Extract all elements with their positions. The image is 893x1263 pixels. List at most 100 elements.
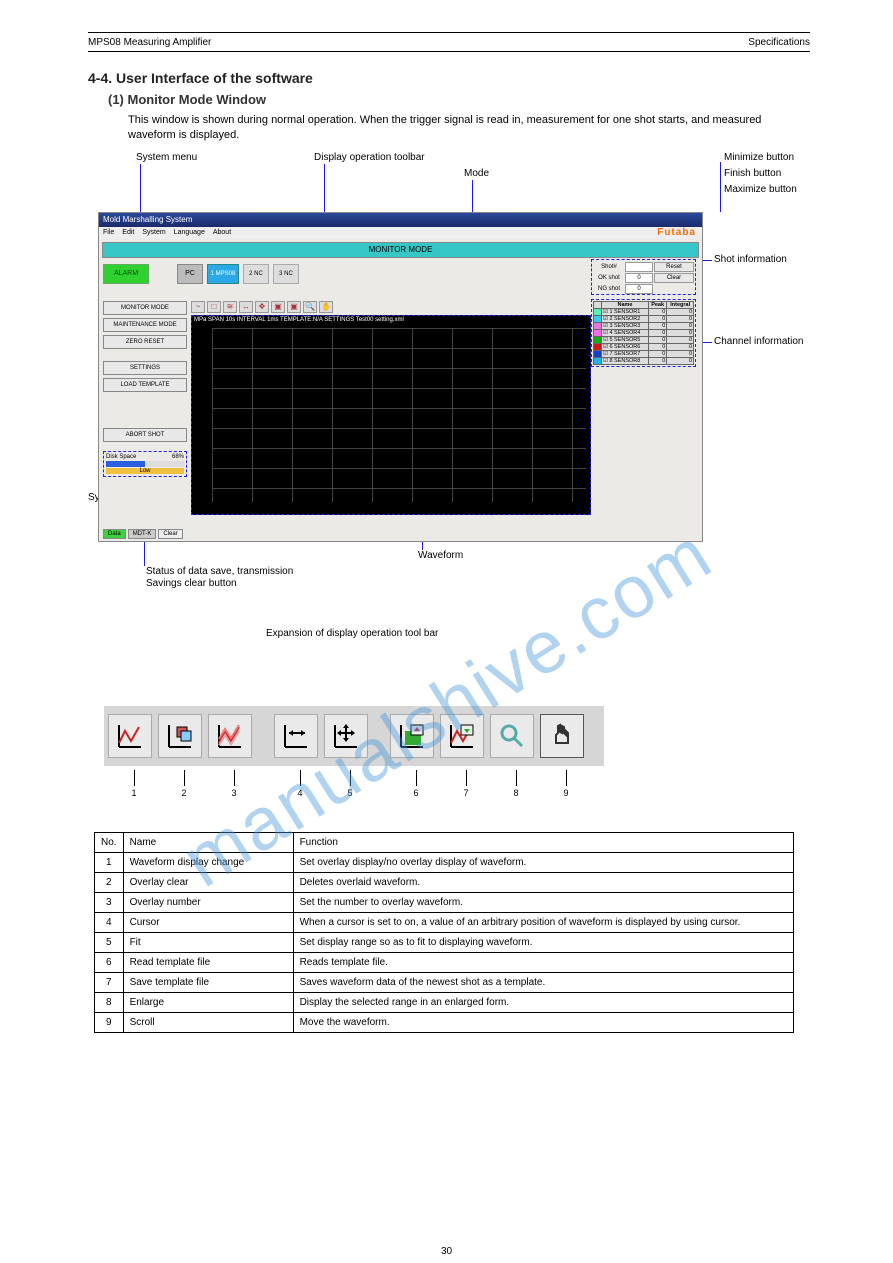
nc-slot[interactable]: 2 NC xyxy=(243,264,269,284)
maintenance-mode-button[interactable]: MAINTENANCE MODE xyxy=(103,318,187,332)
col-func: Function xyxy=(293,832,793,852)
reset-button[interactable]: Reset xyxy=(654,262,694,272)
scroll-icon[interactable] xyxy=(540,714,584,758)
alarm-button[interactable]: ALARM xyxy=(103,264,149,284)
settings-button[interactable]: SETTINGS xyxy=(103,361,187,375)
leader xyxy=(702,260,712,261)
toolbar-reference-table: No. Name Function 1Waveform display chan… xyxy=(94,832,794,1033)
id-4: 4 xyxy=(272,788,328,798)
window-title: Mold Marshalling System xyxy=(103,215,192,224)
chart-info-strip: MPa SPAN 10s INTERVAL 1ms TEMPLATE:N/A S… xyxy=(192,316,590,324)
nc-slot[interactable]: 3 NC xyxy=(273,264,299,284)
menu-item[interactable]: Language xyxy=(174,229,205,236)
id-1: 1 xyxy=(106,788,162,798)
display-toolbar: ~ □ ≋ ↔ ✥ ▣ ▣ 🔍 ✋ xyxy=(191,301,333,313)
label-shot-info: Shot information xyxy=(714,254,787,265)
menu-item[interactable]: System xyxy=(142,229,165,236)
label-mode: Mode xyxy=(464,168,489,179)
label-channel-info: Channel information xyxy=(714,336,804,347)
id-9: 9 xyxy=(538,788,594,798)
overlay-number-icon[interactable]: ≋ xyxy=(223,301,237,313)
sensor-row: ☑ 3 SENSOR300 xyxy=(594,322,694,329)
disk-pct: 68% xyxy=(172,454,184,460)
leader xyxy=(144,542,145,566)
read-template-icon[interactable] xyxy=(390,714,434,758)
col-peak: Peak xyxy=(648,301,666,308)
shot-field xyxy=(625,262,653,272)
sensor-row: ☑ 7 SENSOR700 xyxy=(594,350,694,357)
label-status-b: Savings clear button xyxy=(146,578,237,589)
system-menu[interactable]: File Edit System Language About xyxy=(99,227,702,239)
overlay-clear-icon[interactable] xyxy=(158,714,202,758)
pc-button[interactable]: PC xyxy=(177,264,203,284)
zoom-icon[interactable] xyxy=(490,714,534,758)
id-6: 6 xyxy=(388,788,444,798)
wave-change-icon[interactable] xyxy=(108,714,152,758)
scroll-icon[interactable]: ✋ xyxy=(319,301,333,313)
ref-row: 4CursorWhen a cursor is set to on, a val… xyxy=(95,912,794,932)
okshot-field: 0 xyxy=(625,273,653,283)
mps08-button[interactable]: 1 MPS08 xyxy=(207,264,239,284)
shot-label: Shot# xyxy=(594,262,624,272)
section-title: 4-4. User Interface of the software xyxy=(88,70,810,86)
menu-item[interactable]: File xyxy=(103,229,114,236)
head-left: MPS08 Measuring Amplifier xyxy=(88,37,211,48)
chart-grid xyxy=(212,328,586,502)
menu-item[interactable]: Edit xyxy=(122,229,134,236)
overlay-clear-icon[interactable]: □ xyxy=(207,301,221,313)
rule-mid xyxy=(88,51,810,52)
label-waveform: Waveform xyxy=(418,550,463,561)
load-template-button[interactable]: LOAD TEMPLATE xyxy=(103,378,187,392)
sensor-table: Name Peak Integral ☑ 1 SENSOR100☑ 2 SENS… xyxy=(593,301,694,365)
ngshot-field: 0 xyxy=(625,284,653,294)
disk-label: Disk Space xyxy=(106,454,136,460)
toolbar-enlarged xyxy=(104,706,604,766)
leader xyxy=(720,162,721,212)
ref-row: 5FitSet display range so as to fit to di… xyxy=(95,932,794,952)
running-head: MPS08 Measuring Amplifier Specifications xyxy=(88,37,810,48)
ref-row: 6Read template fileReads template file. xyxy=(95,952,794,972)
sensor-row: ☑ 1 SENSOR100 xyxy=(594,308,694,315)
channel-info-panel: Name Peak Integral ☑ 1 SENSOR100☑ 2 SENS… xyxy=(591,299,696,367)
leader xyxy=(702,342,712,343)
mode-bar: MONITOR MODE xyxy=(103,243,698,257)
status-clear-button[interactable]: Clear xyxy=(158,529,182,539)
id-3: 3 xyxy=(206,788,262,798)
disk-space-panel: Disk Space 68% Low xyxy=(103,451,187,477)
page: MPS08 Measuring Amplifier Specifications… xyxy=(88,32,810,1045)
wave-change-icon[interactable]: ~ xyxy=(191,301,205,313)
disk-low: Low xyxy=(106,468,184,474)
page-number: 30 xyxy=(0,1246,893,1257)
subsection-title: (1) Monitor Mode Window xyxy=(108,92,810,107)
col-name: Name xyxy=(123,832,293,852)
col-integral: Integral xyxy=(667,301,694,308)
id-7: 7 xyxy=(438,788,494,798)
labelled-screenshot: System menu Display operation toolbar Mo… xyxy=(88,152,810,692)
zoom-icon[interactable]: 🔍 xyxy=(303,301,317,313)
label-minimize: Minimize button xyxy=(724,152,794,163)
ref-row: 3Overlay numberSet the number to overlay… xyxy=(95,892,794,912)
label-maximize: Maximize button xyxy=(724,184,797,195)
mdt-chip: MDT-K xyxy=(128,529,157,539)
data-chip: Data xyxy=(103,529,126,539)
read-template-icon[interactable]: ▣ xyxy=(271,301,285,313)
clear-button[interactable]: Clear xyxy=(654,273,694,283)
abort-shot-button[interactable]: ABORT SHOT xyxy=(103,428,187,442)
save-template-icon[interactable]: ▣ xyxy=(287,301,301,313)
label-status-a: Status of data save, transmission xyxy=(146,566,293,577)
overlay-number-icon[interactable] xyxy=(208,714,252,758)
app-window: Mold Marshalling System File Edit System… xyxy=(98,212,703,542)
save-template-icon[interactable] xyxy=(440,714,484,758)
waveform-chart: MPa SPAN 10s INTERVAL 1ms TEMPLATE:N/A S… xyxy=(191,315,591,515)
left-button-column: MONITOR MODE MAINTENANCE MODE ZERO RESET… xyxy=(103,301,187,477)
menu-item[interactable]: About xyxy=(213,229,231,236)
fit-icon[interactable] xyxy=(324,714,368,758)
cursor-icon[interactable] xyxy=(274,714,318,758)
monitor-mode-button[interactable]: MONITOR MODE xyxy=(103,301,187,315)
fit-icon[interactable]: ✥ xyxy=(255,301,269,313)
cursor-icon[interactable]: ↔ xyxy=(239,301,253,313)
toolbar-note: Expansion of display operation tool bar xyxy=(266,628,438,639)
label-close: Finish button xyxy=(724,168,781,179)
ref-row: 9ScrollMove the waveform. xyxy=(95,1012,794,1032)
zero-reset-button[interactable]: ZERO RESET xyxy=(103,335,187,349)
